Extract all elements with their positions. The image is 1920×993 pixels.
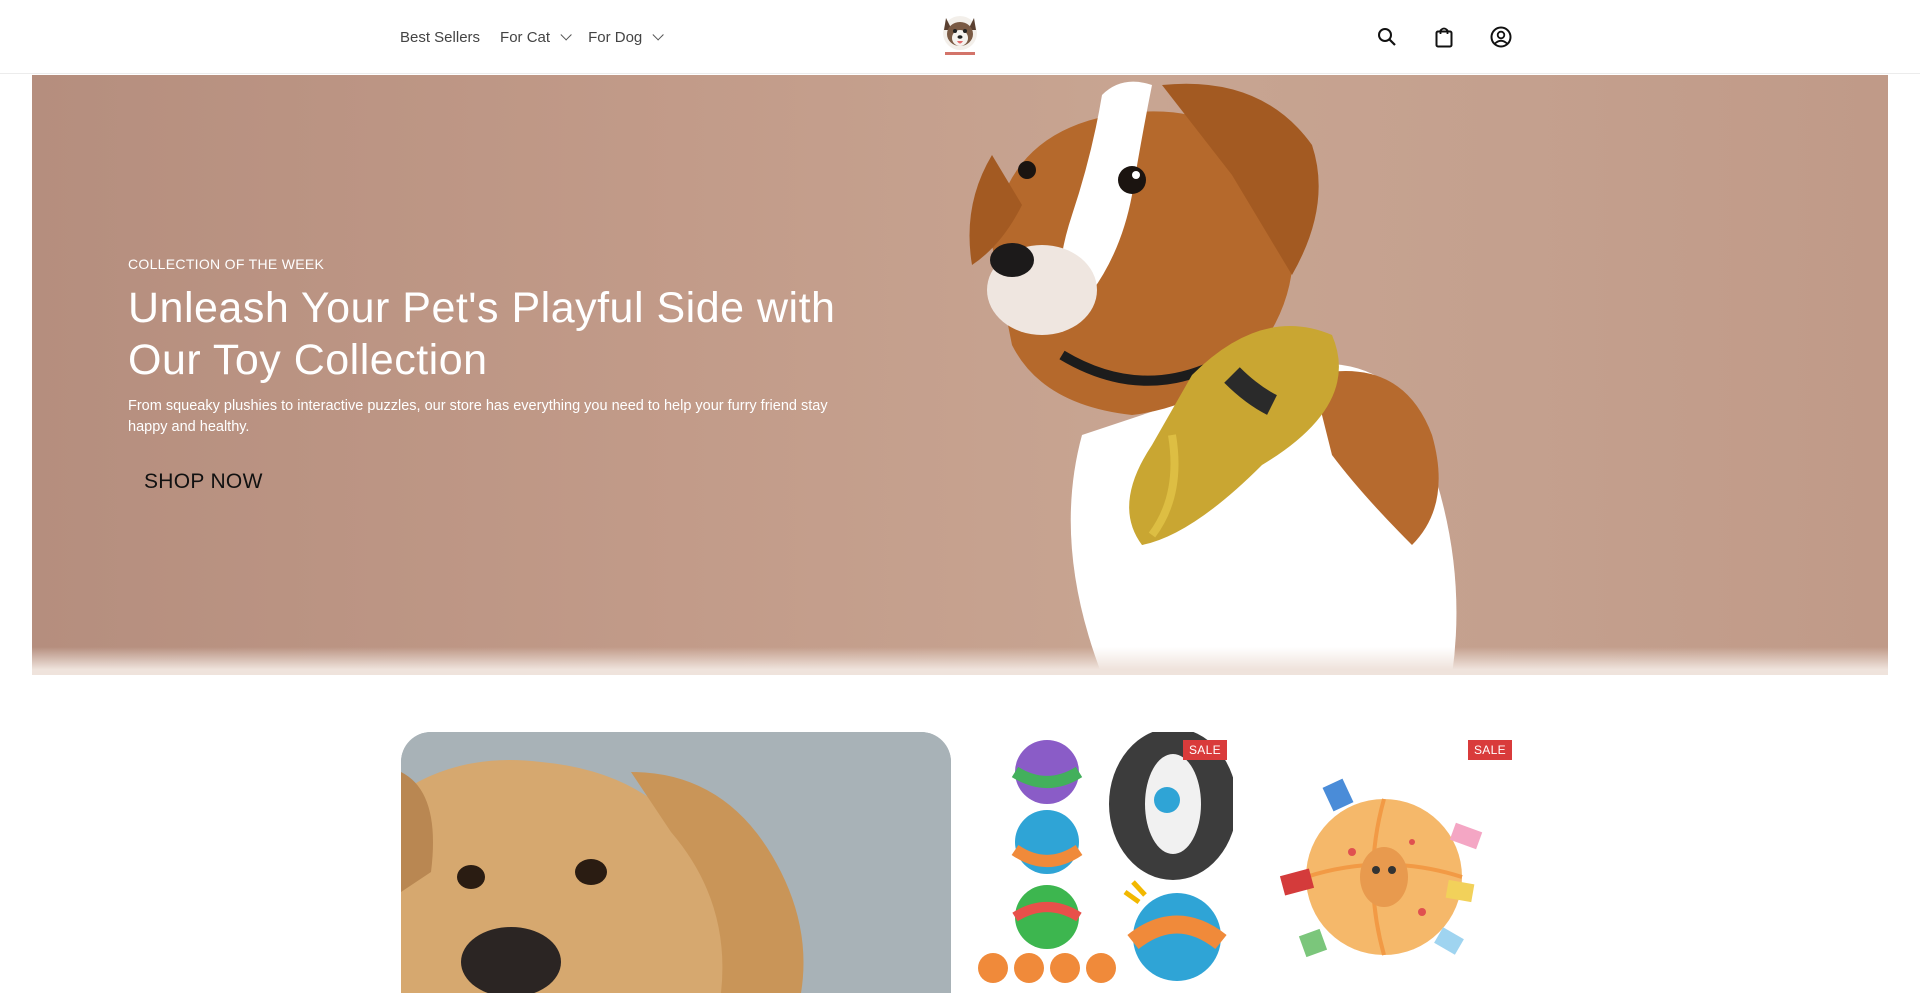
main-nav: Best Sellers For Cat For Dog — [400, 0, 665, 74]
shopping-bag-icon[interactable] — [1431, 20, 1457, 54]
nav-item-label: Best Sellers — [400, 28, 481, 46]
nav-item-for-cat[interactable]: For Cat — [500, 28, 572, 46]
nav-item-label: For Cat — [500, 28, 551, 46]
header-actions — [1374, 20, 1514, 54]
sale-badge: SALE — [1468, 740, 1512, 760]
product-card[interactable]: SALE — [1262, 732, 1518, 993]
chevron-down-icon — [652, 29, 665, 41]
shop-now-button[interactable]: SHOP NOW — [128, 460, 279, 504]
hero-dog-image — [969, 81, 1457, 675]
husky-logo-icon[interactable] — [936, 12, 984, 58]
nav-item-label: For Dog — [588, 28, 643, 46]
nav-item-for-dog[interactable]: For Dog — [588, 28, 665, 46]
puppy-image — [401, 732, 951, 993]
search-icon[interactable] — [1374, 20, 1400, 54]
site-header: Best Sellers For Cat For Dog — [0, 0, 1920, 74]
chevron-down-icon — [560, 29, 572, 41]
nav-item-best-sellers[interactable]: Best Sellers — [400, 29, 480, 46]
hero-title: Unleash Your Pet's Playful Side with Our… — [128, 284, 836, 384]
hero-floor — [32, 647, 1888, 675]
featured-collection-image[interactable] — [401, 732, 951, 993]
account-icon[interactable] — [1488, 20, 1514, 54]
product-image — [977, 732, 1233, 993]
hero-description: From squeaky plushies to interactive puz… — [128, 398, 828, 435]
hero-eyebrow: COLLECTION OF THE WEEK — [128, 256, 325, 272]
hero-content: COLLECTION OF THE WEEK Unleash Your Pet'… — [128, 256, 888, 504]
product-image — [1262, 732, 1518, 993]
sale-badge: SALE — [1183, 740, 1227, 760]
hero-banner: COLLECTION OF THE WEEK Unleash Your Pet'… — [32, 75, 1888, 675]
product-card[interactable]: SALE — [977, 732, 1233, 993]
